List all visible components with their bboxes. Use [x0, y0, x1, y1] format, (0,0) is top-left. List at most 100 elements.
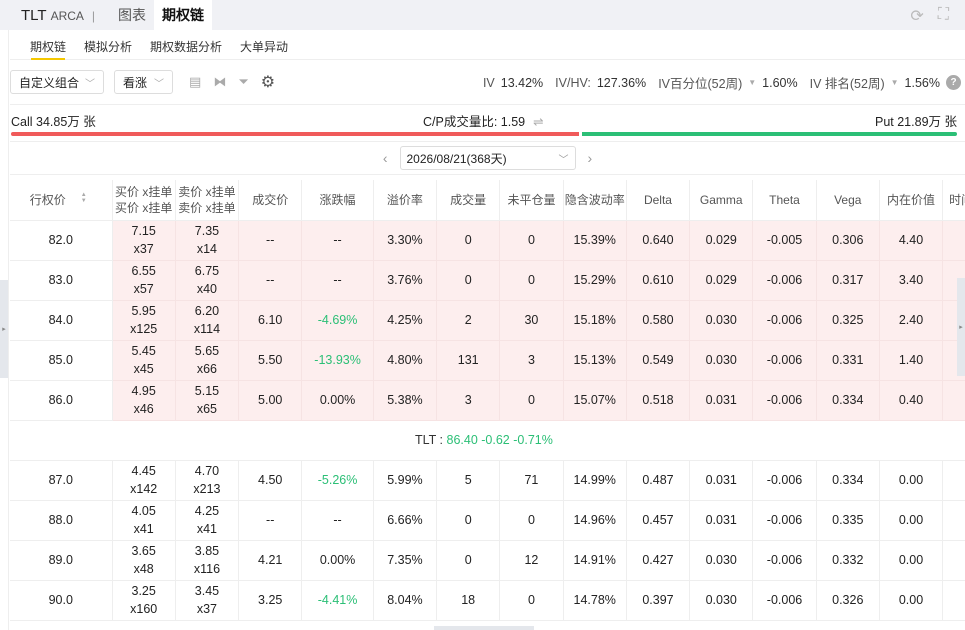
table-row[interactable]: 85.0 5.45 x45 5.65 x66 5.50 -13.93% 4.80% 131 3 15…: [10, 340, 965, 381]
split-icon[interactable]: ⧓: [213, 74, 226, 90]
fullscreen-icon[interactable]: ⛶: [938, 6, 949, 26]
column-header-intrinsic-value[interactable]: 内在价值: [879, 180, 944, 221]
open-interest-value: 0: [527, 273, 535, 287]
column-header-strike[interactable]: 行权价 ▲▼: [10, 180, 113, 221]
combo-dropdown[interactable]: 自定义组合 ﹀: [10, 70, 105, 94]
column-header-implied-vol[interactable]: 隐含波动率: [563, 180, 627, 221]
cell-change-pct: --: [301, 220, 374, 261]
cell-strike: 87.0: [10, 460, 113, 501]
cell-ask: 3.85 x116: [175, 540, 240, 581]
table-row[interactable]: 82.0 7.15 x37 7.35 x14 -- -- 3.30% 0 0 15.39% 0.640…: [10, 220, 965, 261]
column-header-ask[interactable]: 卖价 x挂单 卖价 x挂单: [175, 180, 240, 221]
cell-change-pct: --: [301, 260, 374, 301]
underlying-price: 86.40: [446, 433, 478, 447]
table-row[interactable]: 84.0 5.95 x125 6.20 x114 6.10 -4.69% 4.25% 2 30 15…: [10, 300, 965, 341]
bid-size: x41: [133, 522, 154, 536]
cell-change-pct: -4.41%: [301, 580, 374, 621]
iv-percentile-label[interactable]: IV百分位(52周): [658, 73, 742, 92]
column-header-time-value[interactable]: 时间价值: [942, 180, 965, 221]
delta-value: 0.518: [642, 393, 674, 407]
column-header-open-interest[interactable]: 未平仓量: [499, 180, 564, 221]
vega-value: 0.317: [832, 273, 864, 287]
table-row[interactable]: 89.0 3.65 x48 3.85 x116 4.21 0.00% 7.35% 0 12 14.9…: [10, 540, 965, 581]
cell-change-pct: --: [301, 500, 374, 541]
cell-theta: -0.006: [752, 500, 817, 541]
vega-value: 0.331: [832, 353, 864, 367]
theta-value: -0.006: [766, 593, 803, 607]
underlying-change: -0.62: [481, 433, 510, 447]
strike-value: 84.0: [48, 313, 73, 327]
last-value: --: [266, 513, 275, 527]
iv-percentile-value: 1.60%: [762, 75, 798, 90]
change-pct-value: --: [333, 513, 342, 527]
column-header-bid[interactable]: 买价 x挂单 买价 x挂单: [112, 180, 176, 221]
right-panel-toggle[interactable]: ▸: [957, 278, 965, 376]
tab-option-chain[interactable]: 期权链: [154, 0, 212, 30]
column-header-delta[interactable]: Delta: [626, 180, 691, 221]
tab-chart[interactable]: 图表: [110, 0, 154, 30]
swap-icon[interactable]: ⇌: [533, 115, 543, 129]
left-panel-toggle[interactable]: ▸: [0, 280, 8, 378]
vega-value: 0.334: [832, 393, 864, 407]
cell-last: --: [238, 260, 303, 301]
cell-delta: 0.518: [626, 380, 691, 421]
bid-value: 5.45: [131, 344, 156, 358]
help-icon[interactable]: ?: [946, 75, 961, 90]
column-header-volume[interactable]: 成交量: [436, 180, 501, 221]
ask-value: 3.85: [194, 544, 220, 558]
column-header-change-pct[interactable]: 涨跌幅: [301, 180, 374, 221]
column-header-premium[interactable]: 溢价率: [373, 180, 438, 221]
ask-size: x40: [196, 282, 218, 296]
underlying-symbol: TLT :: [415, 433, 444, 447]
horizontal-scrollbar[interactable]: [434, 626, 534, 630]
prev-expiry-icon[interactable]: ‹: [383, 150, 388, 166]
table-row[interactable]: 83.0 6.55 x57 6.75 x40 -- -- 3.76% 0 0 15.29% 0.610…: [10, 260, 965, 301]
subtab-block-trades[interactable]: 大单异动: [231, 30, 297, 60]
subtab-simulation[interactable]: 模拟分析: [75, 30, 141, 60]
last-value: 4.21: [258, 553, 283, 567]
top-bar: TLT ARCA | 图表 期权链 ⟳ ⛶: [0, 0, 965, 30]
cell-premium: 3.76%: [373, 260, 438, 301]
table-row[interactable]: 87.0 4.45 x142 4.70 x213 4.50 -5.26% 5.99% 5 71 14…: [10, 460, 965, 501]
table-row[interactable]: 88.0 4.05 x41 4.25 x41 -- -- 6.66% 0 0 14.96% 0.457…: [10, 500, 965, 541]
expiry-dropdown[interactable]: 2026/08/21(368天) ﹀: [399, 146, 576, 170]
column-header-label: 时间价值: [949, 192, 965, 207]
cell-theta: -0.006: [752, 300, 817, 341]
bid-value: 3.65: [131, 544, 156, 558]
call-put-dropdown[interactable]: 看涨 ﹀: [114, 70, 174, 94]
cell-bid: 7.15 x37: [112, 220, 176, 261]
caret-down-icon[interactable]: ▼: [891, 78, 899, 87]
ivhv-value: 127.36%: [596, 75, 647, 90]
sort-icon[interactable]: ▲▼: [76, 192, 92, 204]
subtab-option-chain[interactable]: 期权链: [21, 30, 75, 60]
cell-volume: 0: [436, 220, 501, 261]
column-header-theta[interactable]: Theta: [752, 180, 817, 221]
column-header-vega[interactable]: Vega: [816, 180, 880, 221]
cell-last: 4.50: [238, 460, 303, 501]
caret-down-icon[interactable]: ▼: [748, 78, 756, 87]
table-row[interactable]: 90.0 3.25 x160 3.45 x37 3.25 -4.41% 8.04% 18 0 14.…: [10, 580, 965, 621]
layout-icon[interactable]: ▤: [189, 74, 201, 90]
cell-last: 3.25: [238, 580, 303, 621]
refresh-icon[interactable]: ⟳: [910, 6, 923, 26]
cell-theta: -0.005: [752, 220, 817, 261]
cell-strike: 89.0: [10, 540, 113, 581]
ask-value: 5.65: [194, 344, 220, 358]
next-expiry-icon[interactable]: ›: [588, 150, 593, 166]
subtab-option-data-analysis[interactable]: 期权数据分析: [141, 30, 231, 60]
filter-icon[interactable]: ⏷: [238, 74, 248, 90]
cell-last: --: [238, 500, 303, 541]
last-value: 5.50: [258, 353, 283, 367]
cell-volume: 131: [436, 340, 501, 381]
volume-value: 0: [464, 233, 472, 247]
column-header-last[interactable]: 成交价: [238, 180, 303, 221]
cell-time-value: 3.3: [942, 580, 965, 621]
table-row[interactable]: 86.0 4.95 x46 5.15 x65 5.00 0.00% 5.38% 3 0 15.07%…: [10, 380, 965, 421]
cell-premium: 6.66%: [373, 500, 438, 541]
ask-value: 6.75: [194, 264, 220, 278]
premium-value: 8.04%: [387, 593, 423, 607]
iv-rank-label[interactable]: IV 排名(52周): [810, 73, 885, 92]
column-header-gamma[interactable]: Gamma: [689, 180, 754, 221]
gear-icon[interactable]: ⚙: [261, 72, 275, 92]
cell-intrinsic-value: 3.40: [879, 260, 944, 301]
